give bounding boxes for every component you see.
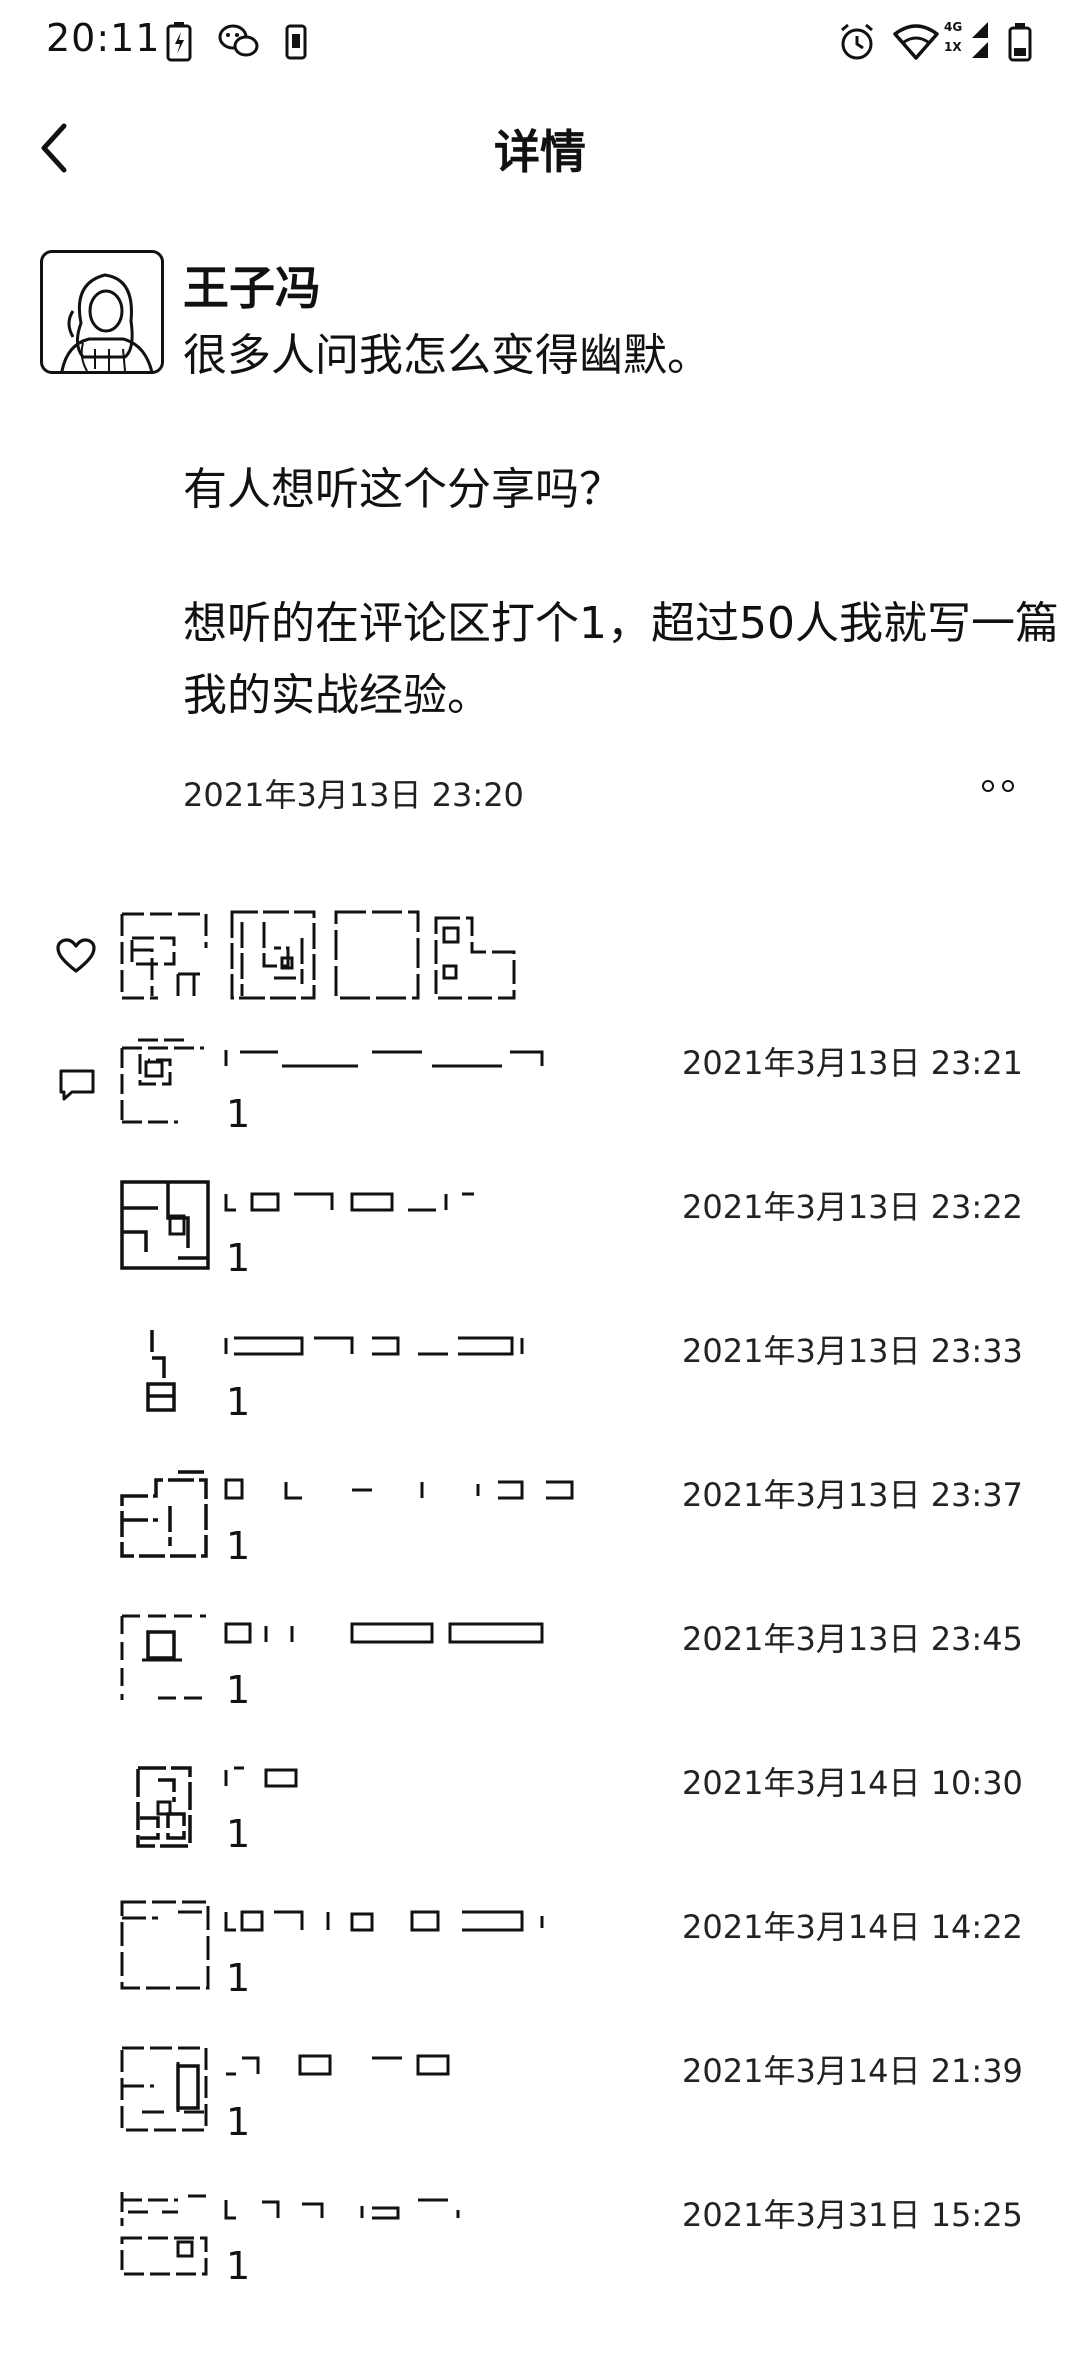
- comment-text: 1: [226, 1668, 251, 1712]
- commenter-name[interactable]: [222, 1764, 582, 1790]
- comment-time: 2021年3月13日 23:45: [682, 1620, 1023, 1658]
- comment-text: 1: [226, 1380, 251, 1424]
- comment-text: 1: [226, 1524, 251, 1568]
- commenter-avatar[interactable]: [118, 1610, 212, 1704]
- commenter-avatar[interactable]: [118, 1898, 212, 1992]
- comment-time: 2021年3月14日 21:39: [682, 2052, 1023, 2090]
- comment-text: 1: [226, 1956, 251, 2000]
- wechat-icon: [218, 24, 259, 57]
- comment-item[interactable]: 1 2021年3月13日 23:22: [0, 1172, 1080, 1316]
- battery-icon: [1008, 23, 1032, 62]
- comment-item[interactable]: 1 2021年3月14日 21:39: [0, 2036, 1080, 2180]
- post-paragraph: 想听的在评论区打个1，超过50人我就写一篇我的实战经验。: [183, 598, 1059, 721]
- comment-item[interactable]: 1 2021年3月13日 23:33: [0, 1316, 1080, 1460]
- commenter-name[interactable]: [222, 1044, 582, 1070]
- comment-text: 1: [226, 1236, 251, 1280]
- author-avatar[interactable]: [40, 250, 164, 374]
- commenter-avatar[interactable]: [118, 2042, 212, 2136]
- commenter-name[interactable]: [222, 2052, 582, 2078]
- battery-saver-icon: [166, 22, 192, 62]
- liker-avatar[interactable]: [118, 908, 212, 1002]
- comment-item[interactable]: 1 2021年3月13日 23:21: [0, 1028, 1080, 1172]
- likes-row: [0, 900, 1080, 1010]
- comment-time: 2021年3月14日 14:22: [682, 1908, 1023, 1946]
- comment-text: 1: [226, 1812, 251, 1856]
- network-type-label: 4G: [944, 20, 963, 34]
- commenter-name[interactable]: [222, 1908, 582, 1934]
- commenter-avatar[interactable]: [118, 1322, 212, 1416]
- phone-notification-icon: [285, 24, 307, 60]
- commenter-name[interactable]: [222, 1476, 582, 1502]
- more-actions-button[interactable]: [982, 776, 1022, 796]
- cellular-signal-icon: 4G 1X: [944, 20, 990, 60]
- comment-time: 2021年3月13日 23:21: [682, 1044, 1023, 1082]
- status-time: 20:11: [46, 16, 161, 60]
- commenter-avatar[interactable]: [118, 1754, 212, 1848]
- post-body: 很多人问我怎么变得幽默。 有人想听这个分享吗？ 想听的在评论区打个1，超过50人…: [183, 320, 1063, 732]
- comment-item[interactable]: 1 2021年3月14日 14:22: [0, 1892, 1080, 2036]
- commenter-avatar[interactable]: [118, 1466, 212, 1560]
- comment-item[interactable]: 1 2021年3月13日 23:45: [0, 1604, 1080, 1748]
- nav-bar: 详情: [0, 84, 1080, 214]
- comment-time: 2021年3月13日 23:22: [682, 1188, 1023, 1226]
- post-timestamp: 2021年3月13日 23:20: [183, 776, 524, 814]
- commenter-name[interactable]: [222, 2196, 582, 2222]
- commenter-name[interactable]: [222, 1332, 582, 1358]
- comment-time: 2021年3月13日 23:37: [682, 1476, 1023, 1514]
- heart-icon: [56, 938, 96, 973]
- comment-time: 2021年3月13日 23:33: [682, 1332, 1023, 1370]
- commenter-name[interactable]: [222, 1620, 582, 1646]
- alarm-icon: [841, 23, 873, 60]
- network-type-label-2: 1X: [944, 40, 962, 54]
- comment-text: 1: [226, 2100, 251, 2144]
- comment-item[interactable]: 1 2021年3月31日 15:25: [0, 2180, 1080, 2324]
- wifi-icon: [893, 24, 939, 60]
- commenter-name[interactable]: [222, 1188, 582, 1214]
- status-bar: 20:11 4G 1X: [0, 0, 1080, 84]
- comment-text: 1: [226, 2244, 251, 2288]
- liker-avatar[interactable]: [432, 908, 526, 1002]
- comment-time: 2021年3月31日 15:25: [682, 2196, 1023, 2234]
- commenter-avatar[interactable]: [118, 2186, 212, 2280]
- commenter-avatar[interactable]: [118, 1034, 212, 1128]
- liker-avatar[interactable]: [330, 908, 424, 1002]
- comment-text: 1: [226, 1092, 251, 1136]
- post-paragraph: 很多人问我怎么变得幽默。: [183, 330, 711, 381]
- commenter-avatar[interactable]: [118, 1178, 212, 1272]
- post-paragraph: 有人想听这个分享吗？: [183, 464, 623, 515]
- comment-time: 2021年3月14日 10:30: [682, 1764, 1023, 1802]
- author-name[interactable]: 王子冯: [183, 252, 321, 318]
- comment-item[interactable]: 1 2021年3月14日 10:30: [0, 1748, 1080, 1892]
- page-title: 详情: [494, 125, 586, 179]
- comment-item[interactable]: 1 2021年3月13日 23:37: [0, 1460, 1080, 1604]
- liker-avatar[interactable]: [226, 908, 320, 1002]
